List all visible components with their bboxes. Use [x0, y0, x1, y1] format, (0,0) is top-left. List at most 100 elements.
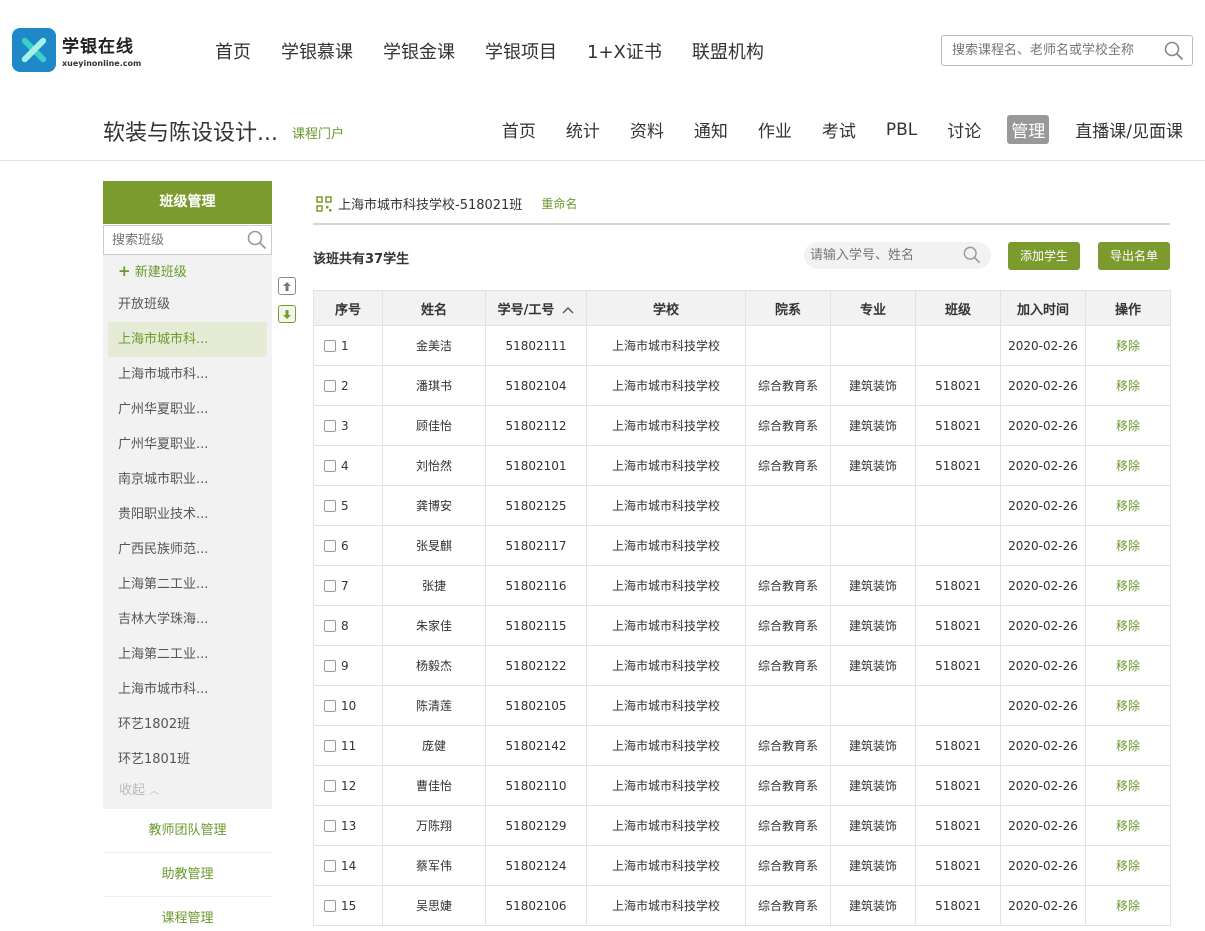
row-checkbox[interactable] [324, 619, 336, 632]
row-index-cell: 1 [313, 325, 383, 366]
cell-cls: 518021 [915, 765, 1001, 806]
class-list-item[interactable]: 广州华夏职业... [103, 427, 272, 462]
row-checkbox[interactable] [324, 539, 336, 552]
cell-major: 建筑装饰 [830, 645, 916, 686]
column-header-label: 院系 [774, 302, 801, 318]
column-header-label: 加入时间 [1016, 302, 1069, 318]
cell-dept [745, 325, 831, 366]
row-checkbox[interactable] [324, 899, 336, 912]
course-nav-tab[interactable]: 资料 [626, 115, 668, 144]
move-down-button[interactable] [278, 305, 296, 323]
add-student-button[interactable]: 添加学生 [1008, 242, 1080, 270]
course-nav-tab[interactable]: 管理 [1007, 115, 1050, 144]
remove-link[interactable]: 移除 [1085, 405, 1171, 446]
main-nav-item[interactable]: 学银金课 [383, 38, 455, 64]
export-list-button[interactable]: 导出名单 [1098, 242, 1170, 270]
row-checkbox[interactable] [324, 419, 336, 432]
row-checkbox[interactable] [324, 659, 336, 672]
class-list-item[interactable]: 上海第二工业... [103, 637, 272, 672]
table-row: 1 金美洁 51802111 上海市城市科技学校 2020-02-26 移除 [313, 325, 1171, 366]
sidebar-link[interactable]: 助教管理 [103, 853, 272, 897]
table-row: 15 吴思婕 51802106 上海市城市科技学校 综合教育系 建筑装饰 518021 202… [313, 885, 1171, 926]
remove-link[interactable]: 移除 [1085, 525, 1171, 566]
remove-link[interactable]: 移除 [1085, 765, 1171, 806]
row-index-cell: 11 [313, 725, 383, 766]
class-list-item[interactable]: 上海市城市科... [103, 672, 272, 707]
table-row: 9 杨毅杰 51802122 上海市城市科技学校 综合教育系 建筑装饰 518021 2020… [313, 645, 1171, 686]
search-icon[interactable] [247, 230, 267, 254]
remove-link[interactable]: 移除 [1085, 485, 1171, 526]
class-list-item[interactable]: 广州华夏职业... [103, 392, 272, 427]
class-list-item[interactable]: 南京城市职业... [103, 462, 272, 497]
cell-cls: 518021 [915, 565, 1001, 606]
row-checkbox[interactable] [324, 379, 336, 392]
course-nav-tab[interactable]: 考试 [818, 115, 860, 144]
remove-link[interactable]: 移除 [1085, 645, 1171, 686]
course-nav-tab[interactable]: PBL [882, 118, 921, 142]
sidebar-link[interactable]: 教师团队管理 [103, 809, 272, 853]
class-list-item[interactable]: 开放班级 [103, 287, 272, 322]
row-index: 1 [341, 338, 349, 353]
remove-link[interactable]: 移除 [1085, 845, 1171, 886]
course-nav-tab[interactable]: 作业 [754, 115, 796, 144]
row-checkbox[interactable] [324, 699, 336, 712]
class-list-item[interactable]: 环艺1801班 [103, 742, 272, 777]
column-header-label: 操作 [1114, 302, 1141, 318]
remove-link[interactable]: 移除 [1085, 565, 1171, 606]
search-icon[interactable] [963, 246, 981, 268]
sort-up-icon[interactable] [554, 303, 574, 318]
course-nav-tab[interactable]: 直播课/见面课 [1071, 115, 1187, 144]
course-portal-link[interactable]: 课程门户 [292, 123, 344, 142]
main-nav-item[interactable]: 联盟机构 [692, 38, 764, 64]
search-icon[interactable] [1164, 41, 1184, 65]
remove-link[interactable]: 移除 [1085, 725, 1171, 766]
class-list-item[interactable]: 上海市城市科... [103, 357, 272, 392]
main-nav-item[interactable]: 首页 [215, 38, 251, 64]
remove-link[interactable]: 移除 [1085, 605, 1171, 646]
row-checkbox[interactable] [324, 459, 336, 472]
logo-subtitle: xueyinonline.com [62, 59, 142, 68]
rename-link[interactable]: 重命名 [541, 195, 577, 212]
row-checkbox[interactable] [324, 579, 336, 592]
cell-name: 金美洁 [382, 325, 486, 366]
class-list-item[interactable]: 吉林大学珠海... [103, 602, 272, 637]
remove-link[interactable]: 移除 [1085, 805, 1171, 846]
course-nav-tab[interactable]: 讨论 [943, 115, 985, 144]
class-list-item[interactable]: 广西民族师范... [103, 532, 272, 567]
main-nav-item[interactable]: 学银慕课 [281, 38, 353, 64]
site-search [941, 35, 1193, 66]
main-nav-item[interactable]: 1+X证书 [587, 38, 662, 64]
collapse-button[interactable]: 收起 ︿ [103, 777, 272, 805]
remove-link[interactable]: 移除 [1085, 365, 1171, 406]
new-class-button[interactable]: + 新建班级 [103, 255, 272, 287]
class-list-item[interactable]: 环艺1802班 [103, 707, 272, 742]
remove-link[interactable]: 移除 [1085, 885, 1171, 926]
row-index-cell: 8 [313, 605, 383, 646]
site-search-input[interactable] [942, 36, 1152, 65]
class-list-item[interactable]: 上海第二工业... [103, 567, 272, 602]
site-logo[interactable]: 学银在线 xueyinonline.com [12, 28, 141, 72]
sidebar-link[interactable]: 课程管理 [103, 897, 272, 931]
move-up-button[interactable] [278, 277, 296, 295]
student-search-input[interactable] [804, 242, 954, 269]
cell-major: 建筑装饰 [830, 845, 916, 886]
cell-id: 51802111 [485, 325, 587, 366]
row-checkbox[interactable] [324, 819, 336, 832]
row-checkbox[interactable] [324, 779, 336, 792]
column-header[interactable]: 学号/工号 [485, 290, 587, 326]
remove-link[interactable]: 移除 [1085, 445, 1171, 486]
remove-link[interactable]: 移除 [1085, 685, 1171, 726]
cell-date: 2020-02-26 [1000, 525, 1086, 566]
class-list-item[interactable]: 贵阳职业技术... [103, 497, 272, 532]
main-nav-item[interactable]: 学银项目 [485, 38, 557, 64]
row-checkbox[interactable] [324, 339, 336, 352]
class-list-item[interactable]: 上海市城市科... [108, 322, 267, 357]
row-checkbox[interactable] [324, 499, 336, 512]
row-checkbox[interactable] [324, 739, 336, 752]
course-nav-tab[interactable]: 统计 [562, 115, 604, 144]
row-checkbox[interactable] [324, 859, 336, 872]
class-search-input[interactable] [104, 226, 234, 254]
remove-link[interactable]: 移除 [1085, 325, 1171, 366]
course-nav-tab[interactable]: 首页 [498, 115, 540, 144]
course-nav-tab[interactable]: 通知 [690, 115, 732, 144]
